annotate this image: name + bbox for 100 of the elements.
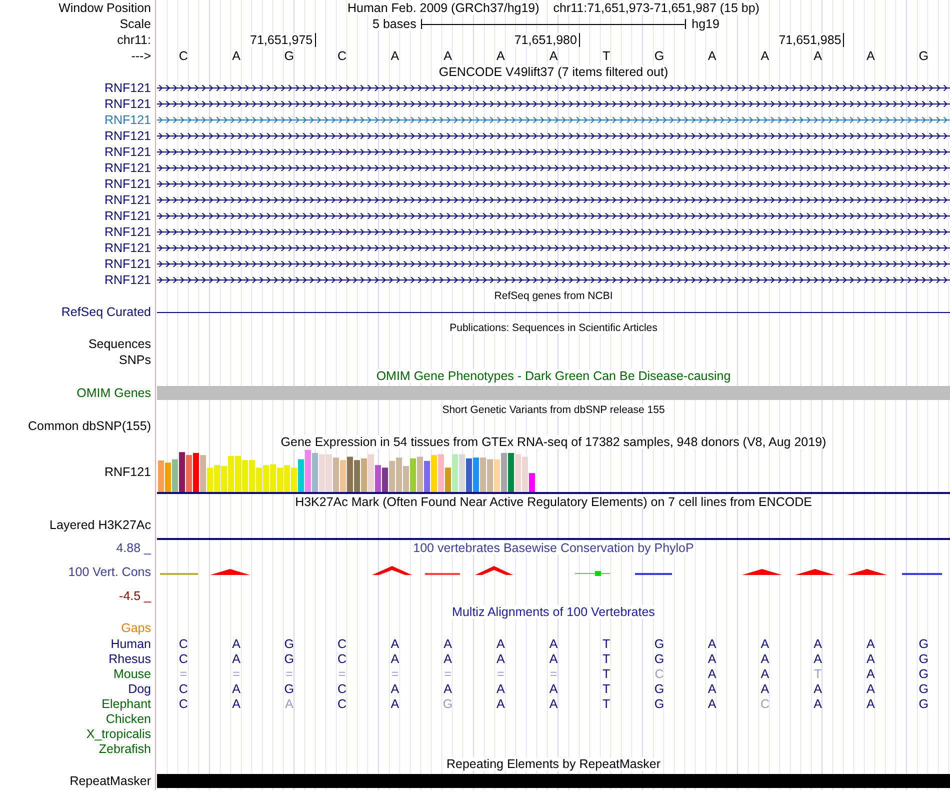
alignment-base: A xyxy=(760,636,770,650)
base-letter: A xyxy=(390,49,400,63)
alignment-base: T xyxy=(602,636,612,650)
alignment-base: A xyxy=(495,636,506,650)
gaps-label: Gaps xyxy=(121,620,151,636)
track-title: GENCODE V49lift37 (7 items filtered out) xyxy=(438,65,668,79)
gene-label[interactable]: RNF121 xyxy=(104,128,151,144)
base-letter: C xyxy=(178,49,189,63)
track-title: Short Genetic Variants from dbSNP release 155 xyxy=(442,404,665,416)
alignment-base: = xyxy=(390,666,400,680)
alignment-base: A xyxy=(390,636,400,650)
alignment-base: G xyxy=(283,682,296,696)
alignment-base: A xyxy=(706,652,718,666)
base-letter: A xyxy=(442,49,453,63)
alignment-base: = xyxy=(232,666,241,680)
row-label: chr11: xyxy=(117,32,151,48)
gene-label[interactable]: RNF121 xyxy=(104,112,151,128)
alignment-base: C xyxy=(654,666,665,680)
alignment-base: G xyxy=(653,652,666,666)
alignment-base: = xyxy=(496,666,506,680)
alignment-base: A xyxy=(866,682,876,696)
alignment-base: C xyxy=(336,652,348,666)
alignment-base: G xyxy=(918,652,930,666)
track-label: Common dbSNP(155) xyxy=(28,418,151,434)
gene-label[interactable]: RNF121 xyxy=(104,96,151,112)
track-label: Layered H3K27Ac xyxy=(50,517,151,533)
alignment-base: C xyxy=(178,636,189,650)
ruler-tick: 71,651,980 xyxy=(514,33,580,47)
alignment-base: A xyxy=(866,636,876,650)
track-title: Repeating Elements by RepeatMasker xyxy=(446,757,660,771)
alignment-base: A xyxy=(706,696,718,710)
alignment-base: A xyxy=(706,682,718,696)
track-title: RefSeq genes from NCBI xyxy=(494,290,613,302)
alignment-base: G xyxy=(918,682,930,696)
alignment-base: A xyxy=(390,696,400,710)
row-label: Scale xyxy=(120,16,151,32)
base-letter: G xyxy=(918,49,930,63)
alignment-base: A xyxy=(284,696,294,710)
alignment-base: A xyxy=(390,652,400,666)
track-title: 100 vertebrates Basewise Conservation by PhyloP xyxy=(413,541,694,555)
assembly-label: hg19 xyxy=(686,17,720,31)
base-letter: G xyxy=(653,49,666,63)
alignment-base: A xyxy=(548,682,559,696)
track-label: RepeatMasker xyxy=(70,773,151,789)
track-title: Publications: Sequences in Scientific Articles xyxy=(450,322,658,334)
track-label: RNF121 xyxy=(104,464,151,480)
track-label: Sequences xyxy=(88,336,151,352)
alignment-base: C xyxy=(336,682,348,696)
species-label: Zebrafish xyxy=(98,741,151,756)
alignment-base: A xyxy=(812,696,823,710)
gene-label[interactable]: RNF121 xyxy=(104,80,151,96)
species-label: Human xyxy=(110,636,151,652)
gene-label[interactable]: RNF121 xyxy=(104,192,151,208)
alignment-base: C xyxy=(178,696,189,710)
gene-label[interactable]: RNF121 xyxy=(104,256,151,272)
alignment-base: A xyxy=(231,652,242,666)
gene-label[interactable]: RNF121 xyxy=(104,176,151,192)
alignment-base: A xyxy=(231,696,242,710)
alignment-base: A xyxy=(812,682,823,696)
gene-label[interactable]: RNF121 xyxy=(104,144,151,160)
base-letter: T xyxy=(602,49,612,63)
ruler-tick: 71,651,985 xyxy=(778,33,844,47)
track-title: OMIM Gene Phenotypes - Dark Green Can Be Disease-causing xyxy=(376,369,731,383)
track-label: OMIM Genes xyxy=(76,385,151,401)
alignment-base: C xyxy=(178,652,189,666)
track-title: H3K27Ac Mark (Often Found Near Active Regulatory Elements) on 7 cell lines from ENCODE xyxy=(295,495,812,509)
gene-label[interactable]: RNF121 xyxy=(104,240,151,256)
alignment-base: C xyxy=(178,682,189,696)
base-letter: A xyxy=(760,49,770,63)
gene-label[interactable]: RNF121 xyxy=(104,272,151,288)
alignment-base: T xyxy=(602,666,612,680)
alignment-base: A xyxy=(866,666,876,680)
species-label: Mouse xyxy=(113,666,151,682)
axis-min-label: -4.5 _ xyxy=(119,588,151,604)
base-letter: A xyxy=(706,49,718,63)
alignment-base: A xyxy=(706,666,718,680)
axis-max-label: 4.88 _ xyxy=(116,540,151,556)
track-title: Multiz Alignments of 100 Vertebrates xyxy=(452,605,655,619)
alignment-base: = xyxy=(337,666,347,680)
gene-label[interactable]: RNF121 xyxy=(104,208,151,224)
gene-label[interactable]: RNF121 xyxy=(104,160,151,176)
gene-label[interactable]: RNF121 xyxy=(104,224,151,240)
base-letter: A xyxy=(231,49,242,63)
alignment-base: A xyxy=(706,636,718,650)
alignment-base: A xyxy=(866,696,876,710)
track-label: SNPs xyxy=(119,352,151,368)
alignment-base: A xyxy=(548,652,559,666)
strand-label: ---> xyxy=(131,48,151,64)
alignment-base: A xyxy=(866,652,876,666)
alignment-base: = xyxy=(178,666,188,680)
alignment-base: A xyxy=(812,652,823,666)
row-label: Window Position xyxy=(58,0,151,16)
base-letter: C xyxy=(336,49,348,63)
alignment-base: G xyxy=(653,682,666,696)
species-label: Elephant xyxy=(102,696,151,712)
alignment-base: C xyxy=(336,696,348,710)
alignment-base: A xyxy=(390,682,400,696)
base-letter: A xyxy=(548,49,559,63)
alignment-base: G xyxy=(653,636,666,650)
alignment-base: A xyxy=(442,636,453,650)
